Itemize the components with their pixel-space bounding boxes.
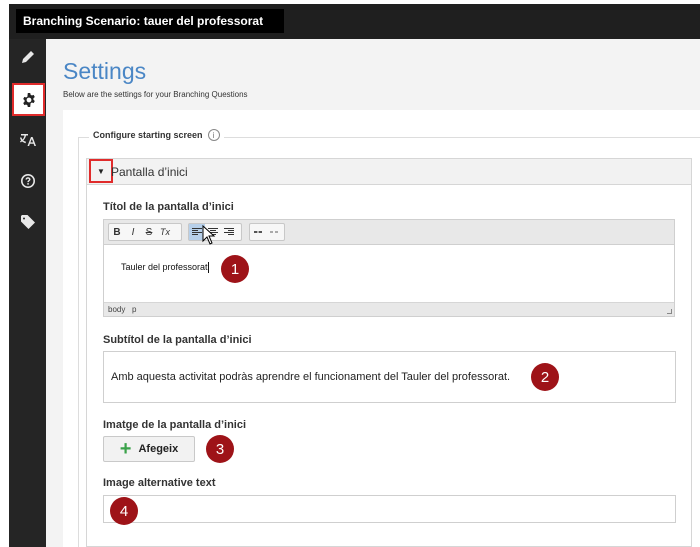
title-editor-content[interactable]: Tauler del professorat — [105, 246, 673, 302]
add-image-label: Afegeix — [138, 443, 179, 455]
unlink-icon — [270, 231, 278, 233]
mouse-cursor-icon — [202, 225, 216, 245]
alt-text-field-label: Image alternative text — [103, 477, 216, 489]
italic-button[interactable]: I — [125, 224, 141, 240]
sidebar-item-tags[interactable] — [9, 204, 46, 240]
align-right-button[interactable] — [221, 224, 237, 240]
editor-toolbar: B I S Tx — [104, 220, 674, 245]
path-p[interactable]: p — [132, 305, 136, 314]
align-left-icon — [192, 228, 202, 235]
remove-format-button[interactable]: Tx — [157, 224, 173, 240]
editor-statusbar: body p — [104, 302, 674, 316]
title-editor-text: Tauler del professorat — [121, 262, 208, 272]
subtitle-input-value: Amb aquesta activitat podràs aprendre el… — [111, 371, 511, 383]
plus-icon: + — [119, 438, 132, 460]
info-icon[interactable]: i — [207, 129, 220, 141]
link-icon — [254, 231, 262, 233]
pencil-icon — [21, 51, 34, 63]
annotation-badge-2: 2 — [531, 363, 559, 391]
link-group — [249, 223, 285, 241]
sidebar-item-settings[interactable] — [12, 83, 45, 116]
text-caret — [207, 262, 209, 274]
image-field-label: Imatge de la pantalla d’inici — [103, 419, 247, 431]
section-legend: Configure starting screen i — [89, 129, 224, 141]
path-body[interactable]: body — [108, 305, 125, 314]
title-editor: B I S Tx Tauler del professorat body p — [103, 219, 675, 317]
title-field-label: Títol de la pantalla d’inici — [103, 201, 234, 213]
sidebar-item-help[interactable] — [9, 163, 46, 199]
unlink-button[interactable] — [266, 224, 282, 240]
subtitle-field-label: Subtítol de la pantalla d’inici — [103, 334, 252, 346]
gear-icon — [22, 92, 35, 107]
group-label: Pantalla d’inici — [111, 165, 188, 179]
translate-icon — [19, 134, 36, 146]
annotation-badge-3: 3 — [206, 435, 234, 463]
strikethrough-button[interactable]: S — [141, 224, 157, 240]
annotation-badge-1: 1 — [221, 255, 249, 283]
bold-button[interactable]: B — [109, 224, 125, 240]
alt-text-input[interactable] — [103, 495, 676, 523]
tag-icon — [20, 215, 35, 229]
caret-down-icon: ▼ — [97, 166, 105, 176]
collapse-toggle[interactable]: ▼ — [89, 159, 113, 183]
subtitle-input[interactable]: Amb aquesta activitat podràs aprendre el… — [103, 351, 676, 403]
sidebar-item-translate[interactable] — [9, 121, 46, 157]
resize-handle[interactable] — [667, 309, 672, 314]
help-icon — [20, 174, 35, 188]
section-legend-label: Configure starting screen — [93, 130, 203, 140]
page-description: Below are the settings for your Branchin… — [63, 90, 248, 99]
page-title: Settings — [63, 58, 147, 84]
align-right-icon — [224, 228, 234, 235]
sidebar-item-edit[interactable] — [9, 39, 46, 75]
window-title: Branching Scenario: tauer del professora… — [16, 9, 284, 33]
format-group: B I S Tx — [108, 223, 182, 241]
add-image-button[interactable]: + Afegeix — [103, 436, 195, 462]
annotation-badge-4: 4 — [110, 497, 138, 525]
link-button[interactable] — [250, 224, 266, 240]
